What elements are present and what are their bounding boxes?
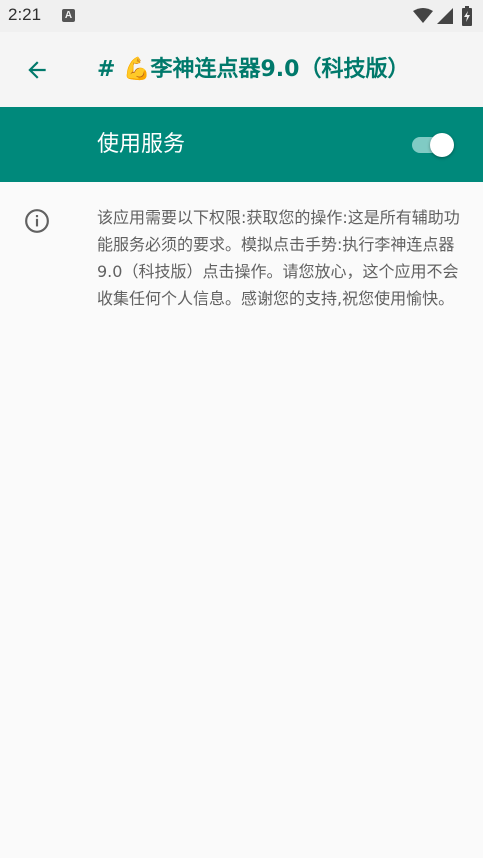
use-service-toggle-row[interactable]: 使用服务 (0, 107, 483, 182)
battery-charging-icon (462, 6, 472, 26)
arrow-back-icon (28, 61, 46, 79)
status-time: 2:21 (8, 5, 42, 24)
use-service-label: 使用服务 (97, 132, 186, 157)
use-service-switch[interactable] (410, 132, 458, 158)
info-icon (25, 209, 49, 233)
signal-icon (437, 8, 453, 24)
switch-thumb (430, 133, 454, 157)
status-bar: 2:21 A (0, 0, 483, 32)
notification-a-icon: A (62, 9, 75, 22)
page-title: # 💪李神连点器9.0（科技版） (97, 57, 410, 82)
wifi-icon (413, 8, 433, 23)
back-button[interactable] (14, 47, 60, 93)
service-description: 该应用需要以下权限:获取您的操作:这是所有辅助功能服务必须的要求。模拟点击手势:… (97, 208, 460, 308)
toolbar: # 💪李神连点器9.0（科技版） (0, 32, 483, 107)
